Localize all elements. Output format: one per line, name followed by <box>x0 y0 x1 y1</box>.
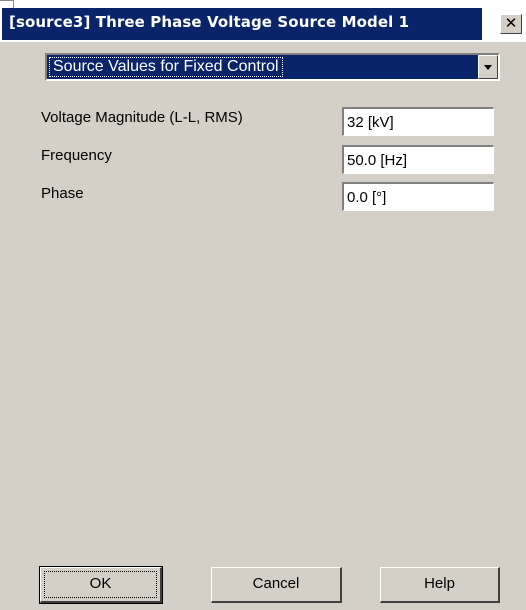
dialog-window: [source3] Three Phase Voltage Source Mod… <box>0 0 526 610</box>
focus-rectangle <box>44 571 157 598</box>
ok-button[interactable]: OK <box>39 566 163 604</box>
close-icon: ✕ <box>504 14 518 32</box>
voltage-magnitude-label: Voltage Magnitude (L-L, RMS) <box>41 109 243 126</box>
phase-label: Phase <box>41 185 84 202</box>
close-button[interactable]: ✕ <box>500 14 522 34</box>
cancel-button-label: Cancel <box>252 575 300 592</box>
frequency-input[interactable]: 50.0 [Hz] <box>342 145 494 174</box>
cancel-button[interactable]: Cancel <box>211 567 342 603</box>
phase-input[interactable]: 0.0 [°] <box>342 182 494 211</box>
title-bar[interactable]: [source3] Three Phase Voltage Source Mod… <box>0 0 526 42</box>
frequency-label: Frequency <box>41 147 112 164</box>
help-button-label: Help <box>424 575 455 592</box>
window-title: [source3] Three Phase Voltage Source Mod… <box>9 13 410 31</box>
category-dropdown-button[interactable] <box>478 55 498 79</box>
chevron-down-icon <box>484 65 492 70</box>
help-button[interactable]: Help <box>380 567 500 603</box>
category-select[interactable]: Source Values for Fixed Control <box>45 53 500 81</box>
voltage-magnitude-input[interactable]: 32 [kV] <box>342 107 494 136</box>
category-select-value: Source Values for Fixed Control <box>49 57 283 77</box>
